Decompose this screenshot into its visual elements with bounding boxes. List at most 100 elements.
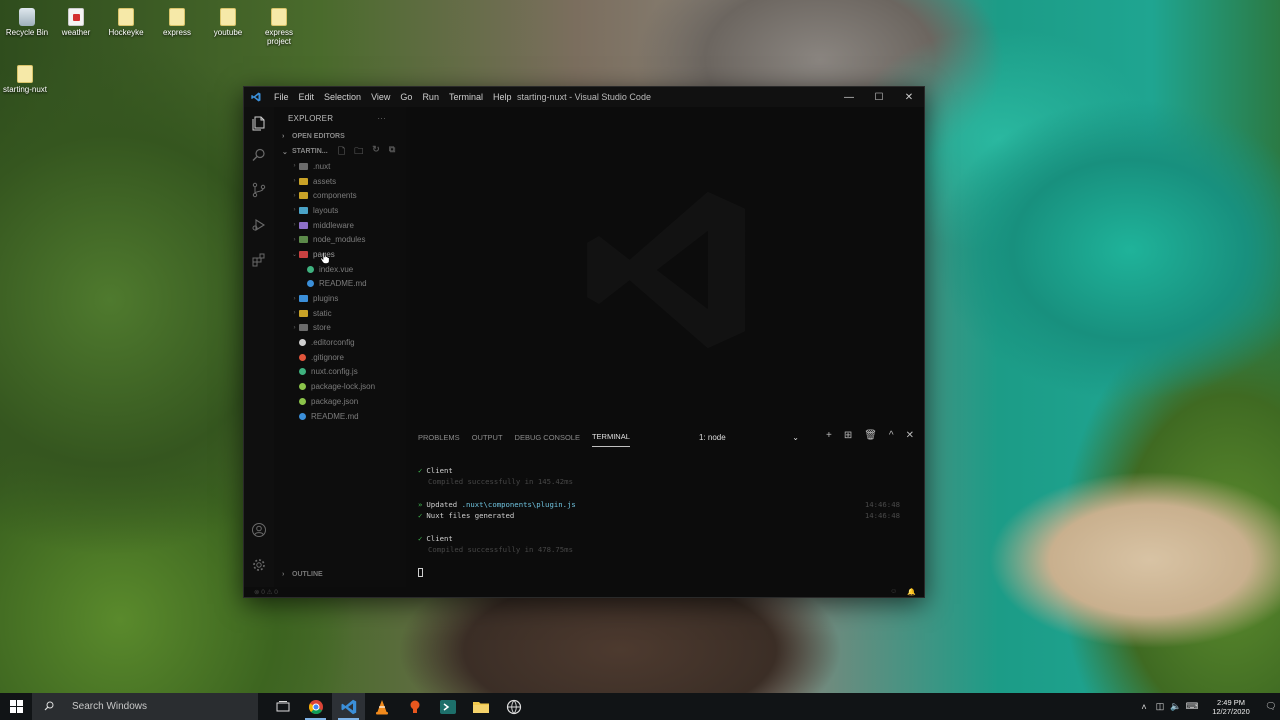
keyboard-icon[interactable]: ⌨ xyxy=(1184,701,1200,712)
menu-terminal[interactable]: Terminal xyxy=(444,92,488,102)
tab-terminal[interactable]: TERMINAL xyxy=(591,427,630,447)
feedback-icon[interactable]: ☺ xyxy=(890,588,897,596)
desktop-icon-express-project[interactable]: express project xyxy=(254,8,304,46)
menu-edit[interactable]: Edit xyxy=(294,92,320,102)
account-icon[interactable] xyxy=(251,522,267,538)
desktop-icon-hockeyke[interactable]: Hockeyke xyxy=(101,8,151,37)
menu-help[interactable]: Help xyxy=(488,92,517,102)
tab-debug-console[interactable]: DEBUG CONSOLE xyxy=(515,427,580,447)
file-item[interactable]: .gitignore xyxy=(274,350,406,365)
terminal-line: ✓ Client xyxy=(418,533,900,544)
more-actions-icon[interactable]: ··· xyxy=(377,114,386,123)
menu-selection[interactable]: Selection xyxy=(319,92,366,102)
chevron-up-icon[interactable]: ˄ xyxy=(1136,702,1152,712)
panel-actions: + ⊞ 🗑 ^ ✕ xyxy=(826,430,914,441)
taskbar-app-circle[interactable] xyxy=(497,693,530,720)
menu-run[interactable]: Run xyxy=(417,92,444,102)
clock-time: 2:49 PM xyxy=(1217,697,1245,707)
desktop-icon-weather[interactable]: weather xyxy=(51,8,101,37)
close-panel-icon[interactable]: ✕ xyxy=(906,430,914,441)
folder-item[interactable]: › assets xyxy=(274,174,406,189)
terminal-output[interactable]: ✓ Client Compiled successfully in 145.42… xyxy=(418,465,900,578)
taskbar-vscode[interactable] xyxy=(332,693,365,720)
folder-item[interactable]: › components xyxy=(274,188,406,203)
desktop-icon-express[interactable]: express xyxy=(152,8,202,37)
folder-icon xyxy=(299,221,308,229)
close-button[interactable]: ✕ xyxy=(894,87,924,107)
check-icon: ✓ xyxy=(418,511,423,521)
menu-go[interactable]: Go xyxy=(395,92,417,102)
minimize-button[interactable]: — xyxy=(834,87,864,107)
start-button[interactable] xyxy=(0,693,32,720)
volume-icon[interactable]: 🔈 xyxy=(1168,701,1184,712)
folder-item[interactable]: ⌄pages xyxy=(274,247,406,262)
desktop-icon-label: starting-nuxt xyxy=(2,85,48,94)
maximize-button[interactable]: ☐ xyxy=(864,87,894,107)
desktop-icon-youtube[interactable]: youtube xyxy=(203,8,253,37)
folder-item[interactable]: › store xyxy=(274,321,406,336)
notifications-icon[interactable]: 🔔 xyxy=(907,588,916,596)
outline-section[interactable]: › OUTLINE xyxy=(274,567,406,581)
desktop-icon-recycle-bin[interactable]: Recycle Bin xyxy=(2,8,52,37)
folder-item[interactable]: › static xyxy=(274,306,406,321)
taskbar-file-explorer[interactable] xyxy=(464,693,497,720)
extensions-icon[interactable] xyxy=(251,252,267,268)
tab-output[interactable]: OUTPUT xyxy=(472,427,503,447)
folder-icon xyxy=(169,8,185,26)
folder-item[interactable]: › plugins xyxy=(274,291,406,306)
file-item[interactable]: package.json xyxy=(274,394,406,409)
tree-item-label: node_modules xyxy=(313,235,366,245)
terminal-select[interactable]: 1: node ⌄ xyxy=(694,431,804,443)
new-terminal-icon[interactable]: + xyxy=(826,430,832,441)
folder-item[interactable]: › node_modules xyxy=(274,232,406,247)
clock[interactable]: 2:49 PM 12/27/2020 xyxy=(1204,698,1258,716)
source-control-icon[interactable] xyxy=(251,182,267,198)
terminal-app-icon xyxy=(439,699,456,714)
menu-file[interactable]: File xyxy=(269,92,294,102)
explorer-icon[interactable] xyxy=(251,115,267,131)
file-item[interactable]: README.md xyxy=(274,409,406,424)
maximize-panel-icon[interactable]: ^ xyxy=(889,430,894,441)
tree-item-label: plugins xyxy=(313,294,339,304)
project-section[interactable]: ⌄ STARTIN... 🗋 🗀 ↻ ⧉ xyxy=(274,144,406,159)
new-file-icon[interactable]: 🗋 xyxy=(338,144,345,160)
npm-icon xyxy=(299,397,306,405)
folder-item[interactable]: › .nuxt xyxy=(274,159,406,174)
search-icon[interactable] xyxy=(251,147,267,163)
problems-status[interactable]: ⊗ 0 ⚠ 0 xyxy=(254,588,278,596)
tree-item-label: static xyxy=(313,308,332,318)
gear-icon[interactable] xyxy=(251,557,267,573)
network-icon[interactable]: ◫ xyxy=(1152,701,1168,712)
taskbar-vlc[interactable] xyxy=(365,693,398,720)
notifications-icon[interactable]: 🗨 xyxy=(1262,701,1280,712)
vscode-watermark-icon xyxy=(587,191,746,349)
check-icon: ✓ xyxy=(418,533,423,543)
file-item[interactable]: .editorconfig xyxy=(274,335,406,350)
file-item[interactable]: package-lock.json xyxy=(274,379,406,394)
file-item[interactable]: index.vue xyxy=(274,262,406,277)
desktop-icon-starting-nuxt[interactable]: starting-nuxt xyxy=(0,65,50,94)
taskbar-chrome[interactable] xyxy=(299,693,332,720)
run-debug-icon[interactable] xyxy=(251,217,267,233)
folder-item[interactable]: › middleware xyxy=(274,218,406,233)
tab-problems[interactable]: PROBLEMS xyxy=(418,427,460,447)
split-terminal-icon[interactable]: ⊞ xyxy=(844,430,852,441)
taskbar-recorder[interactable] xyxy=(398,693,431,720)
folder-icon xyxy=(472,702,489,713)
chevron-down-icon: ⌄ xyxy=(291,251,298,258)
taskbar-powershell[interactable] xyxy=(431,693,464,720)
kill-terminal-icon[interactable]: 🗑 xyxy=(864,430,877,441)
taskbar-search[interactable]: Search Windows xyxy=(32,693,258,720)
folder-item[interactable]: › layouts xyxy=(274,203,406,218)
task-view-button[interactable] xyxy=(266,693,299,720)
menu-view[interactable]: View xyxy=(366,92,395,102)
collapse-all-icon[interactable]: ⧉ xyxy=(389,144,395,160)
open-editors-section[interactable]: › OPEN EDITORS xyxy=(274,129,406,144)
file-item[interactable]: README.md xyxy=(274,277,406,292)
new-folder-icon[interactable]: 🗀 xyxy=(354,144,363,160)
file-item[interactable]: nuxt.config.js xyxy=(274,365,406,380)
open-editors-label: OPEN EDITORS xyxy=(292,133,345,140)
tree-item-label: nuxt.config.js xyxy=(311,367,358,377)
refresh-icon[interactable]: ↻ xyxy=(372,144,380,160)
chrome-icon xyxy=(308,699,323,714)
